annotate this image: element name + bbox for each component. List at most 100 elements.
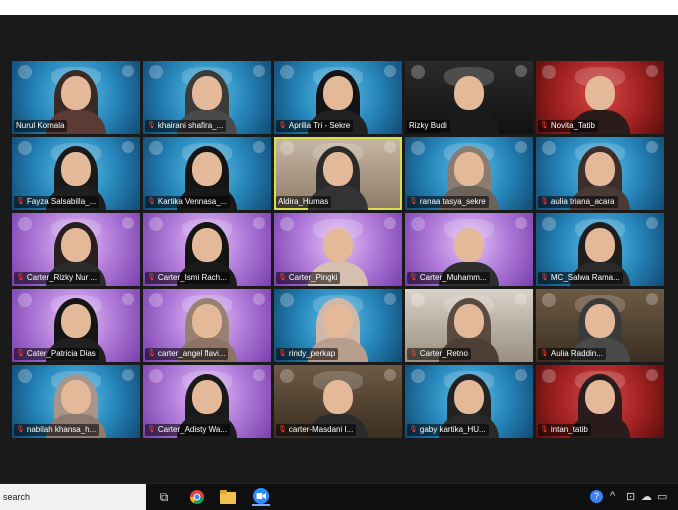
- participant-name-label: 🎙 Carter_Pingki: [276, 272, 341, 284]
- backdrop-decoration: [542, 293, 556, 307]
- participant-name-label: 🎙 rindy_perkap: [276, 348, 339, 360]
- participant-name: gaby kartika_HU...: [419, 425, 486, 434]
- participant-video-tile[interactable]: Nurul Komala: [12, 61, 140, 134]
- participant-name-label: 🎙 Aprilia Tri - Sekre: [276, 120, 354, 132]
- participant-name: Carter_Ismi Rach...: [157, 273, 227, 282]
- participant-name-label: 🎙 carter_angel flavi...: [145, 348, 229, 360]
- participant-name-label: 🎙 aulia triana_acara: [538, 196, 618, 208]
- backdrop-decoration: [384, 217, 396, 229]
- participant-name: carter-Masdani I...: [288, 425, 354, 434]
- participant-video-tile[interactable]: 🎙 gaby kartika_HU...: [405, 365, 533, 438]
- participant-video-tile[interactable]: Aldira_Humas: [274, 137, 402, 210]
- task-view-icon[interactable]: ⧉: [155, 488, 173, 506]
- participant-name-label: 🎙 Carter_Adisty Wa...: [145, 424, 230, 436]
- participant-video-tile[interactable]: 🎙 Carter_Adisty Wa...: [143, 365, 271, 438]
- participant-video-tile[interactable]: 🎙 Novita_Tatib: [536, 61, 664, 134]
- backdrop-decoration: [253, 65, 265, 77]
- backdrop-decoration: [253, 293, 265, 305]
- backdrop-decoration: [280, 65, 294, 79]
- participant-video-tile[interactable]: 🎙 nabilah khansa_h...: [12, 365, 140, 438]
- participant-video-tile[interactable]: Rizky Budi: [405, 61, 533, 134]
- participant-video-tile[interactable]: 🎙 Cater_Patricia Dias: [12, 289, 140, 362]
- backdrop-decoration: [646, 65, 658, 77]
- backdrop-decoration: [515, 293, 527, 305]
- muted-mic-icon: 🎙: [16, 274, 25, 281]
- participant-video-tile[interactable]: 🎙 Carter_Pingki: [274, 213, 402, 286]
- backdrop-decoration: [253, 369, 265, 381]
- muted-mic-icon: 🎙: [147, 122, 156, 129]
- participant-video-tile[interactable]: 🎙 carter_angel flavi...: [143, 289, 271, 362]
- muted-mic-icon: 🎙: [409, 198, 418, 205]
- muted-mic-icon: 🎙: [409, 426, 418, 433]
- participant-name-label: 🎙 Kartika Vennasa_...: [145, 196, 231, 208]
- cloud-icon[interactable]: ☁: [641, 490, 652, 503]
- participant-video-tile[interactable]: 🎙 ranaa tasya_sekre: [405, 137, 533, 210]
- participant-name: Carter_Muhamm...: [419, 273, 487, 282]
- participant-name-label: Rizky Budi: [407, 120, 450, 132]
- participant-video-tile[interactable]: 🎙 Fayza Salsabilla_...: [12, 137, 140, 210]
- participant-name-label: 🎙 Fayza Salsabilla_...: [14, 196, 100, 208]
- backdrop-decoration: [18, 293, 32, 307]
- participant-name: Carter_Rizky Nur ...: [26, 273, 98, 282]
- participant-name-label: Nurul Komala: [14, 120, 68, 132]
- top-bar: [0, 0, 678, 15]
- participant-name: Novita_Tatib: [550, 121, 595, 130]
- backdrop-decoration: [122, 293, 134, 305]
- backdrop-decoration: [253, 217, 265, 229]
- backdrop-decoration: [411, 293, 425, 307]
- participant-name-label: 🎙 Carter_Retno: [407, 348, 471, 360]
- backdrop-decoration: [542, 141, 556, 155]
- backdrop-decoration: [122, 217, 134, 229]
- participant-video-tile[interactable]: 🎙 Aulia Raddin...: [536, 289, 664, 362]
- backdrop-decoration: [280, 293, 294, 307]
- muted-mic-icon: 🎙: [540, 122, 549, 129]
- participant-video-tile[interactable]: 🎙 aulia triana_acara: [536, 137, 664, 210]
- participant-name: rindy_perkap: [288, 349, 336, 358]
- participant-name-label: Aldira_Humas: [276, 196, 332, 208]
- network-icon[interactable]: ⊡: [626, 490, 635, 503]
- backdrop-decoration: [18, 369, 32, 383]
- help-icon[interactable]: ?: [590, 490, 603, 503]
- video-gallery: Nurul Komala 🎙 khairani shafira_... 🎙 Aprili…: [12, 61, 664, 438]
- participant-name: Carter_Adisty Wa...: [157, 425, 227, 434]
- participant-video-tile[interactable]: 🎙 rindy_perkap: [274, 289, 402, 362]
- backdrop-decoration: [646, 141, 658, 153]
- backdrop-decoration: [122, 65, 134, 77]
- participant-video-tile[interactable]: 🎙 Kartika Vennasa_...: [143, 137, 271, 210]
- backdrop-decoration: [542, 217, 556, 231]
- backdrop-decoration: [515, 141, 527, 153]
- chevron-up-icon[interactable]: ^: [610, 490, 615, 502]
- participant-name-label: 🎙 Cater_Patricia Dias: [14, 348, 99, 360]
- participant-name: Rizky Budi: [409, 121, 447, 130]
- chrome-icon[interactable]: [188, 488, 206, 506]
- backdrop-decoration: [411, 217, 425, 231]
- zoom-icon[interactable]: [252, 488, 270, 506]
- backdrop-decoration: [542, 65, 556, 79]
- participant-video-tile[interactable]: 🎙 Carter_Retno: [405, 289, 533, 362]
- backdrop-decoration: [18, 217, 32, 231]
- file-explorer-icon[interactable]: [219, 488, 237, 506]
- muted-mic-icon: 🎙: [16, 350, 25, 357]
- muted-mic-icon: 🎙: [409, 274, 418, 281]
- backdrop-decoration: [149, 141, 163, 155]
- muted-mic-icon: 🎙: [540, 274, 549, 281]
- backdrop-decoration: [646, 293, 658, 305]
- participant-video-tile[interactable]: 🎙 intan_tatib: [536, 365, 664, 438]
- participant-video-tile[interactable]: 🎙 MC_Salwa Rama...: [536, 213, 664, 286]
- battery-icon[interactable]: ▭: [657, 490, 667, 503]
- participant-video-tile[interactable]: 🎙 Carter_Rizky Nur ...: [12, 213, 140, 286]
- backdrop-decoration: [411, 65, 425, 79]
- participant-video-tile[interactable]: 🎙 carter-Masdani I...: [274, 365, 402, 438]
- taskbar-search-box[interactable]: search: [0, 484, 146, 510]
- participant-video-tile[interactable]: 🎙 Carter_Ismi Rach...: [143, 213, 271, 286]
- participant-video-tile[interactable]: 🎙 Carter_Muhamm...: [405, 213, 533, 286]
- participant-video-tile[interactable]: 🎙 khairani shafira_...: [143, 61, 271, 134]
- participant-name: intan_tatib: [550, 425, 588, 434]
- participant-name: Kartika Vennasa_...: [157, 197, 228, 206]
- participant-video-tile[interactable]: 🎙 Aprilia Tri - Sekre: [274, 61, 402, 134]
- backdrop-decoration: [149, 217, 163, 231]
- participant-name-label: 🎙 Novita_Tatib: [538, 120, 598, 132]
- search-label: search: [3, 492, 31, 502]
- participant-name: Aldira_Humas: [278, 197, 329, 206]
- muted-mic-icon: 🎙: [278, 122, 287, 129]
